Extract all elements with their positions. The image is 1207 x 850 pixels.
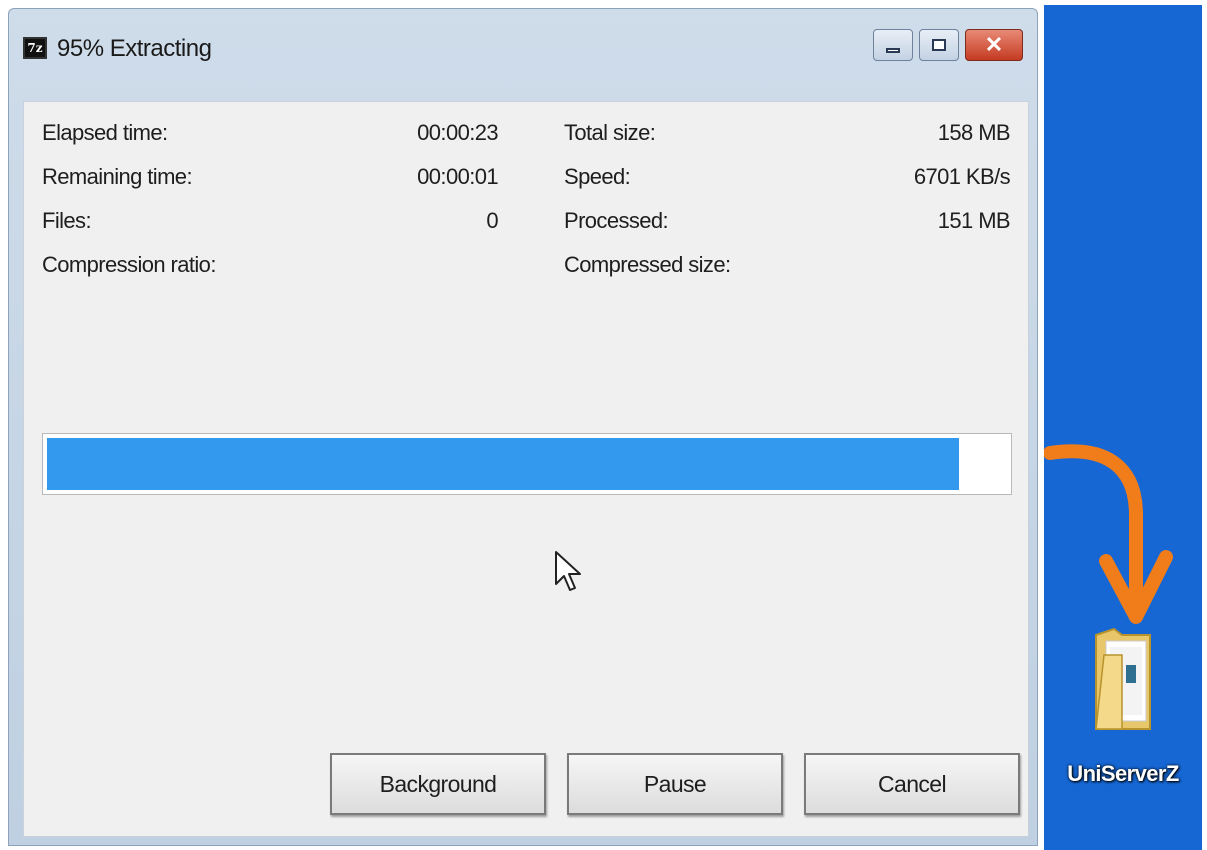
total-size-value: 158 MB (937, 120, 1011, 145)
speed-value: 6701 KB/s (913, 164, 1011, 189)
files-value: 0 (486, 208, 498, 233)
total-size-label: Total size: (564, 120, 656, 145)
progress-fill (47, 438, 959, 490)
folder-icon[interactable] (1092, 625, 1158, 735)
compression-ratio-label: Compression ratio: (42, 252, 216, 277)
processed-value: 151 MB (937, 208, 1011, 233)
orange-arrow-icon (1044, 444, 1173, 624)
files-label: Files: (42, 208, 92, 233)
maximize-icon (932, 39, 946, 51)
window-title: 95% Extracting (57, 35, 212, 62)
background-button[interactable]: Background (330, 753, 546, 815)
processed-label: Processed: (564, 208, 669, 233)
compressed-size-label: Compressed size: (564, 252, 731, 277)
close-button[interactable]: ✕ (965, 29, 1023, 61)
mouse-cursor-icon (555, 551, 581, 591)
minimize-button[interactable] (873, 29, 913, 61)
7zip-app-icon: 7z (23, 37, 47, 59)
speed-label: Speed: (564, 164, 631, 189)
title-bar[interactable]: 7z 95% Extracting ✕ (9, 9, 1037, 83)
maximize-button[interactable] (919, 29, 959, 61)
caption-buttons: ✕ (867, 29, 1023, 63)
extract-progress-window: 7z 95% Extracting ✕ Elapsed time: 00:00:… (8, 8, 1038, 846)
elapsed-time-value: 00:00:23 (417, 120, 498, 145)
remaining-time-value: 00:00:01 (417, 164, 498, 189)
cancel-button[interactable]: Cancel (804, 753, 1020, 815)
elapsed-time-label: Elapsed time: (42, 120, 168, 145)
dialog-body: Elapsed time: 00:00:23 Remaining time: 0… (23, 101, 1029, 837)
minimize-icon (886, 47, 900, 53)
progress-bar (42, 433, 1012, 495)
screen: 7z 95% Extracting ✕ Elapsed time: 00:00:… (0, 0, 1207, 850)
folder-label[interactable]: UniServerZ (1044, 761, 1202, 787)
close-icon: ✕ (984, 32, 1004, 57)
remaining-time-label: Remaining time: (42, 164, 193, 189)
desktop: UniServerZ (1044, 5, 1202, 850)
pause-button[interactable]: Pause (567, 753, 783, 815)
